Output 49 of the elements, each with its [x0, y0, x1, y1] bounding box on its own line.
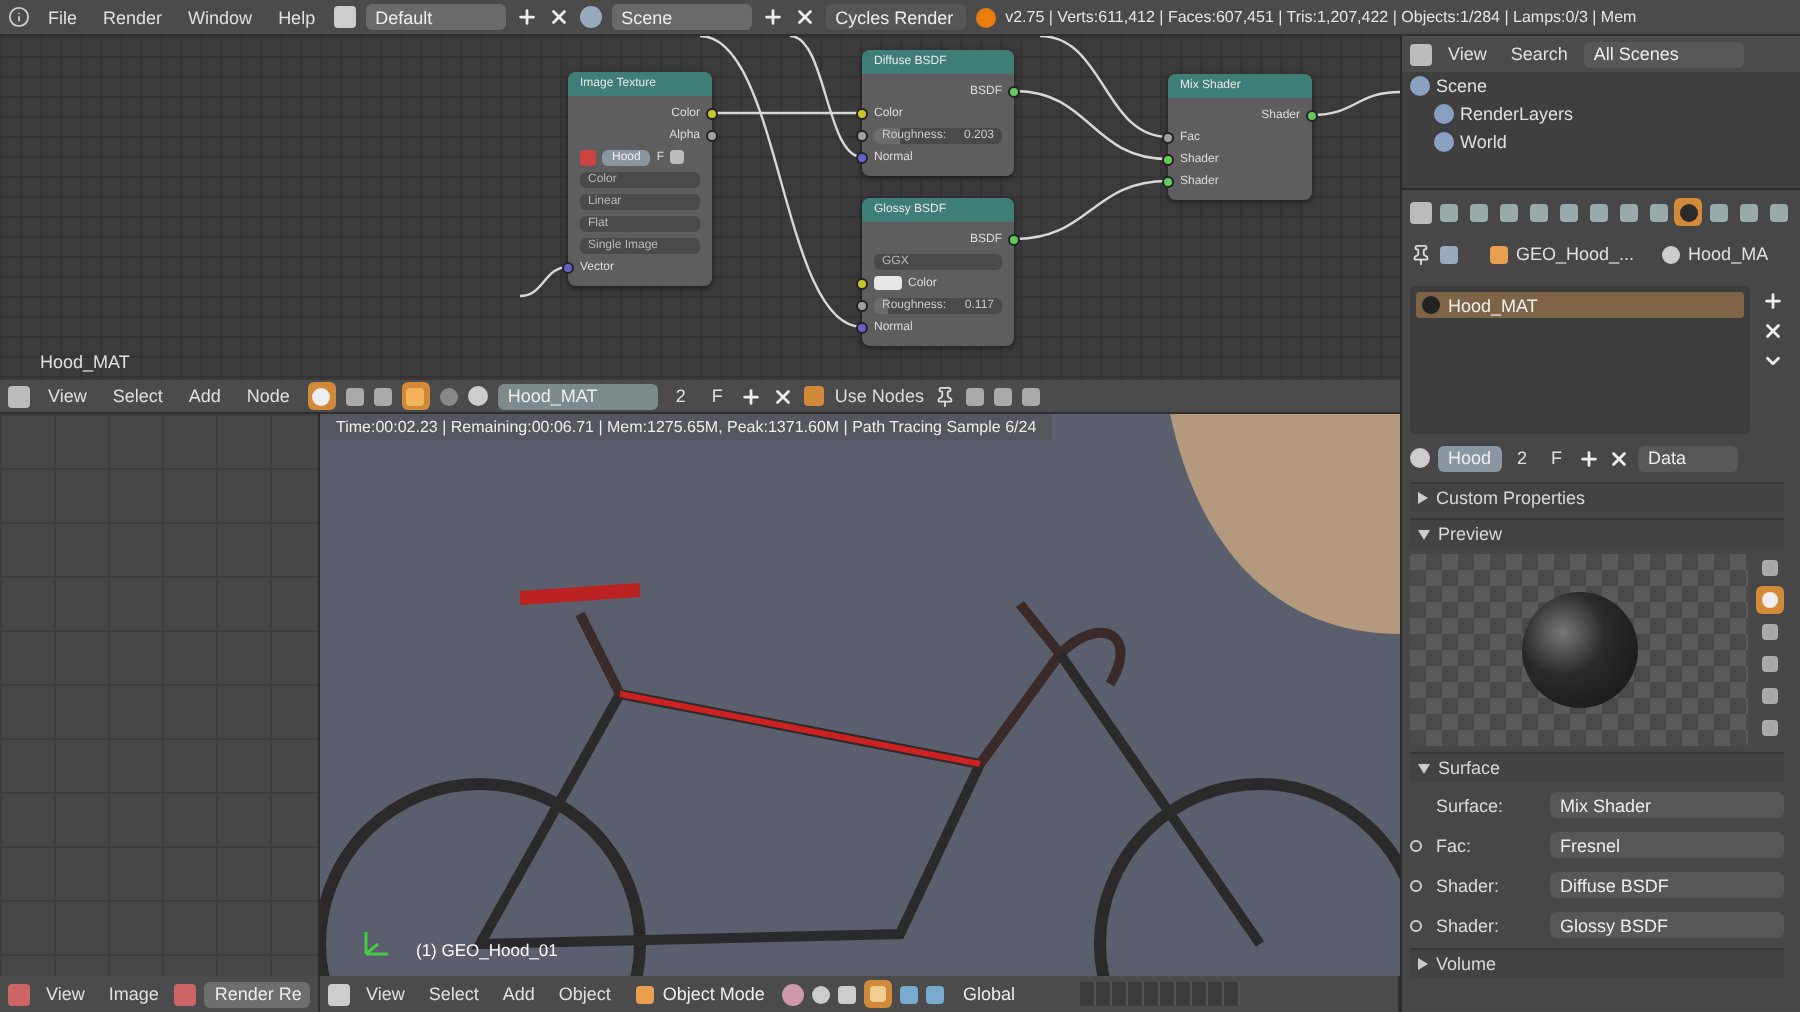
- menu-item[interactable]: View: [40, 386, 95, 406]
- breadcrumb-item[interactable]: Hood_MA: [1688, 244, 1769, 264]
- menu-item[interactable]: Help: [270, 7, 324, 27]
- panel-header[interactable]: Surface: [1410, 752, 1784, 782]
- menu-item[interactable]: Add: [494, 984, 543, 1004]
- menu-item[interactable]: Image: [100, 984, 167, 1004]
- panel-header[interactable]: Preview: [1410, 518, 1784, 548]
- property-label: Surface:: [1436, 795, 1506, 815]
- menu-item[interactable]: Window: [180, 7, 261, 27]
- menu-item[interactable]: Render: [95, 7, 171, 27]
- property-label: Fac:: [1436, 835, 1474, 855]
- filter-dropdown[interactable]: All Scenes: [1583, 41, 1744, 67]
- tree-item[interactable]: Scene: [1436, 76, 1488, 96]
- link-dropdown[interactable]: Data: [1638, 445, 1739, 471]
- menu-item[interactable]: Add: [180, 386, 229, 406]
- material-slot[interactable]: Hood_MAT: [1416, 292, 1744, 318]
- layout-field[interactable]: Default: [365, 4, 506, 30]
- fake-user-toggle[interactable]: F: [703, 386, 731, 406]
- render-info: Time:00:02.23 | Remaining:00:06.71 | Mem:1275.65M, Peak:1371.60M | Path Tracing Sample 6/24: [320, 414, 1053, 440]
- render-engine-dropdown[interactable]: Cycles Render: [825, 4, 966, 30]
- menu-item[interactable]: View: [1440, 44, 1495, 64]
- breadcrumb-item[interactable]: GEO_Hood_...: [1516, 244, 1635, 264]
- object-label: (1) GEO_Hood_01: [416, 940, 558, 960]
- tree-item[interactable]: World: [1460, 132, 1507, 152]
- panel-header[interactable]: Volume: [1410, 948, 1784, 978]
- scene-field[interactable]: Scene: [611, 4, 752, 30]
- menu-item[interactable]: File: [40, 7, 86, 27]
- tree-item[interactable]: RenderLayers: [1460, 104, 1574, 124]
- shader-dropdown[interactable]: Fresnel: [1550, 832, 1784, 858]
- menu-item[interactable]: Select: [420, 984, 487, 1004]
- menu-item[interactable]: View: [358, 984, 413, 1004]
- use-nodes-label: Use Nodes: [834, 386, 924, 406]
- shader-dropdown[interactable]: Mix Shader: [1550, 792, 1784, 818]
- fake-user-toggle[interactable]: F: [1543, 448, 1571, 468]
- image-field[interactable]: Render Re: [204, 981, 310, 1007]
- scene-stats: v2.75 | Verts:611,412 | Faces:607,451 | Tris:1,207,422 | Objects:1/284 | Lamps:0/3 | Mem: [1005, 8, 1637, 26]
- menu-item[interactable]: View: [38, 984, 93, 1004]
- menu-item[interactable]: Select: [104, 386, 171, 406]
- user-count[interactable]: 2: [667, 386, 694, 406]
- shader-dropdown[interactable]: Glossy BSDF: [1550, 912, 1784, 938]
- menu-item[interactable]: Object: [550, 984, 619, 1004]
- menu-item[interactable]: Search: [1502, 44, 1576, 64]
- property-label: Shader:: [1436, 875, 1502, 895]
- material-label: Hood_MAT: [40, 352, 130, 372]
- property-label: Shader:: [1436, 915, 1502, 935]
- panel-header[interactable]: Custom Properties: [1410, 482, 1784, 512]
- user-count[interactable]: 2: [1509, 448, 1536, 468]
- shader-dropdown[interactable]: Diffuse BSDF: [1550, 872, 1784, 898]
- menu-item[interactable]: Node: [238, 386, 298, 406]
